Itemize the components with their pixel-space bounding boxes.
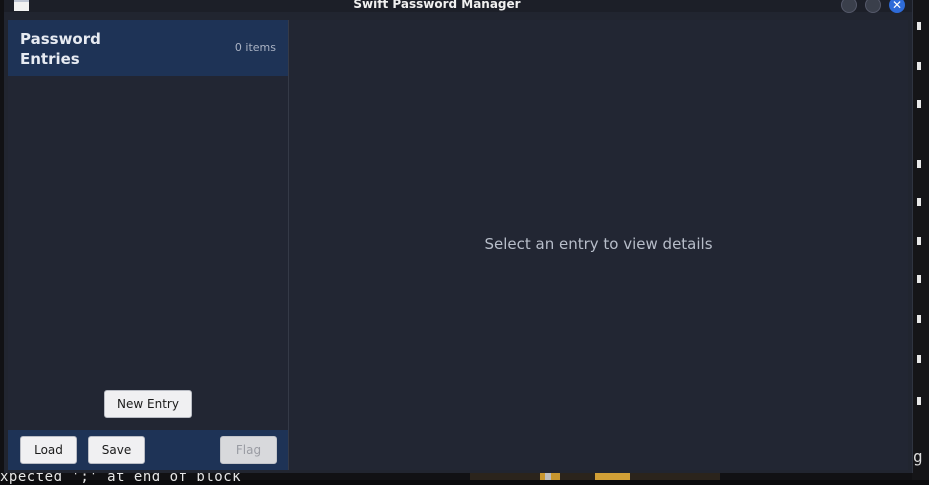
sidebar-title: Password Entries [20,30,101,68]
close-icon[interactable]: ✕ [889,0,905,13]
entry-count: 0 items [234,41,276,54]
background-image-fragment [470,472,720,480]
details-pane: Select an entry to view details [289,20,908,470]
sidebar: Password Entries 0 items New Entry Load … [8,20,289,470]
empty-state-message: Select an entry to view details [484,235,713,253]
titlebar[interactable]: Swift Password Manager ✕ [4,0,912,13]
load-button[interactable]: Load [20,436,77,464]
sidebar-header: Password Entries 0 items [8,20,288,76]
terminal-glyph [917,315,921,323]
terminal-text-fragment: g [913,447,923,466]
app-window: Swift Password Manager ✕ Password Entrie… [4,0,913,473]
maximize-icon[interactable] [865,0,881,13]
terminal-glyph [917,397,921,405]
new-entry-button[interactable]: New Entry [104,390,192,418]
window-title: Swift Password Manager [353,0,521,11]
terminal-glyph [917,62,921,70]
terminal-glyph [917,160,921,168]
save-button[interactable]: Save [88,436,145,464]
sidebar-footer: Load Save Flag [8,430,288,470]
terminal-glyph [917,275,921,283]
terminal-glyph [917,355,921,363]
flag-button[interactable]: Flag [220,436,277,464]
terminal-glyph [917,198,921,206]
terminal-glyph [917,237,921,245]
entries-list[interactable] [8,76,288,376]
terminal-glyph [917,22,921,30]
terminal-glyph [917,100,921,108]
